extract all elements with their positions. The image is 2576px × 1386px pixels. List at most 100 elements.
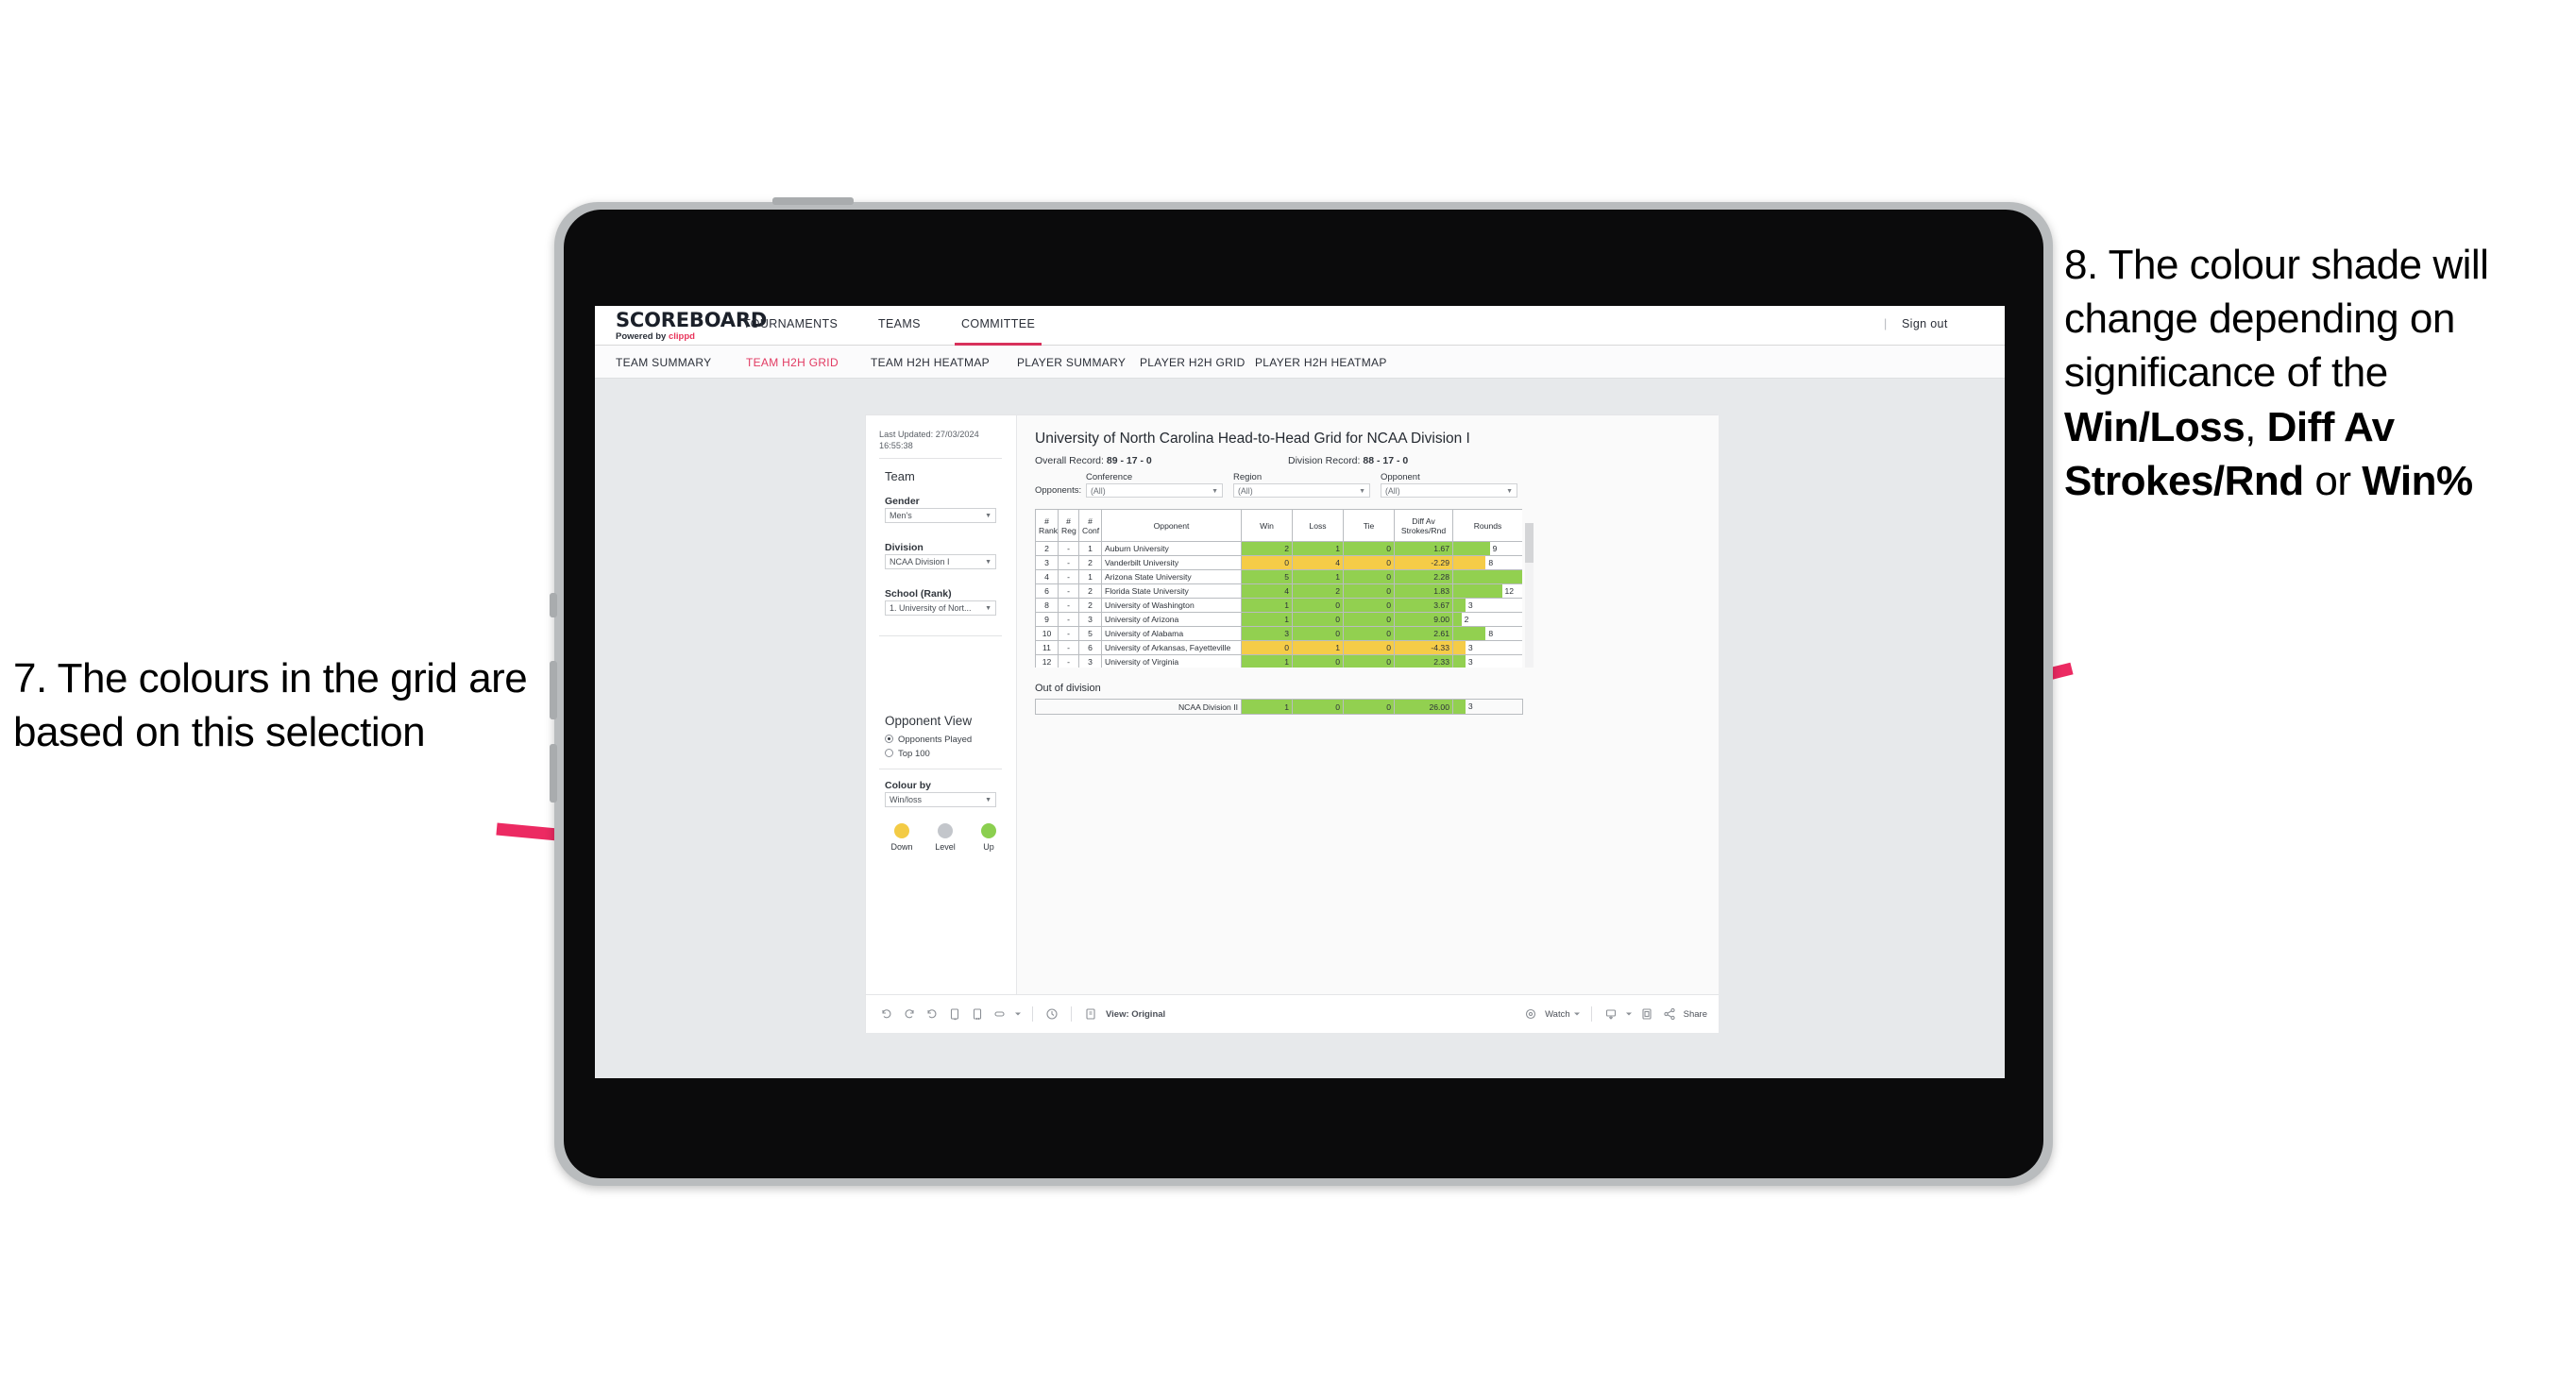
- nav-item-teams[interactable]: TEAMS: [878, 317, 921, 330]
- ood-cell-loss: 0: [1292, 699, 1344, 715]
- side-button-1[interactable]: [550, 593, 557, 617]
- sign-out-link[interactable]: Sign out: [1902, 317, 1948, 330]
- colour-by-select[interactable]: Win/loss ▼: [885, 792, 996, 807]
- column-header-8[interactable]: Rounds: [1452, 509, 1522, 542]
- caret-down-icon[interactable]: [1011, 1003, 1025, 1025]
- table-vertical-scrollbar[interactable]: [1525, 523, 1534, 668]
- table-row[interactable]: 10-5 University of Alabama 3 0 0 2.61 8: [1035, 626, 1522, 641]
- legend-item-level: Level: [926, 823, 964, 852]
- tab-player-h2h-grid[interactable]: PLAYER H2H GRID: [1140, 356, 1246, 369]
- undo-icon[interactable]: [875, 1003, 898, 1025]
- sub-navigation-bar: TEAM SUMMARY TEAM H2H GRID TEAM H2H HEAT…: [595, 346, 2005, 379]
- chevron-down-icon: ▼: [985, 797, 991, 803]
- watch-label[interactable]: Watch: [1545, 1009, 1570, 1020]
- colour-by-value: Win/loss: [890, 795, 923, 804]
- power-button[interactable]: [772, 197, 854, 205]
- tab-player-h2h-heatmap[interactable]: PLAYER H2H HEATMAP: [1255, 356, 1387, 369]
- column-header-2[interactable]: # Conf: [1078, 509, 1102, 542]
- table-row[interactable]: 6-2 Florida State University 4 2 0 1.83 12: [1035, 583, 1522, 599]
- tab-team-h2h-grid[interactable]: TEAM H2H GRID: [746, 356, 839, 369]
- table-row[interactable]: 9-3 University of Arizona 1 0 0 9.00 2: [1035, 612, 1522, 627]
- radio-unselected-icon: [885, 749, 893, 757]
- clippd-brand: clippd: [668, 331, 695, 342]
- column-header-4[interactable]: Win: [1241, 509, 1293, 542]
- cell-diff: -4.33: [1394, 640, 1453, 655]
- cell-rounds: 12: [1452, 583, 1522, 599]
- legend-caption-up: Up: [983, 842, 994, 852]
- view-icon[interactable]: [1079, 1003, 1102, 1025]
- column-header-7[interactable]: Diff Av Strokes/Rnd: [1394, 509, 1453, 542]
- table-header-row: # Rank # Reg # Conf Opponent Win Loss Tie Diff Av S…: [1035, 509, 1522, 542]
- gender-select[interactable]: Men's ▼: [885, 508, 996, 523]
- cell-loss: 0: [1292, 598, 1344, 613]
- column-header-1[interactable]: # Reg: [1058, 509, 1079, 542]
- cell-win: 1: [1241, 654, 1293, 668]
- cell-conf: 3: [1078, 612, 1102, 627]
- out-of-division-row[interactable]: NCAA Division II 1 0 0 26.00 3: [1035, 699, 1523, 715]
- cell-loss: 0: [1292, 654, 1344, 668]
- scrollbar-thumb[interactable]: [1525, 523, 1534, 563]
- cell-reg: -: [1058, 569, 1079, 584]
- table-row[interactable]: 8-2 University of Washington 1 0 0 3.67 3: [1035, 598, 1522, 613]
- legend-caption-level: Level: [935, 842, 956, 852]
- cell-loss: 0: [1292, 612, 1344, 627]
- column-header-0[interactable]: # Rank: [1035, 509, 1059, 542]
- column-header-6[interactable]: Tie: [1343, 509, 1395, 542]
- cell-loss: 0: [1292, 626, 1344, 641]
- legend-dot-up: [981, 823, 996, 838]
- nav-item-tournaments[interactable]: TOURNAMENTS: [743, 317, 838, 330]
- region-filter-select[interactable]: (All) ▼: [1233, 483, 1370, 498]
- device-icon[interactable]: [1635, 1003, 1658, 1025]
- column-header-5[interactable]: Loss: [1292, 509, 1344, 542]
- radio-opponents-played[interactable]: Opponents Played: [885, 735, 972, 745]
- conference-filter-select[interactable]: (All) ▼: [1086, 483, 1223, 498]
- table-row[interactable]: 4-1Arizona State University5102.2817: [1035, 569, 1522, 584]
- column-header-3[interactable]: Opponent: [1101, 509, 1242, 542]
- cell-rounds: 9: [1452, 541, 1522, 556]
- eye-icon[interactable]: [1519, 1003, 1542, 1025]
- radio-top-100[interactable]: Top 100: [885, 749, 930, 759]
- cell-win: 4: [1241, 583, 1293, 599]
- highlight-icon[interactable]: [989, 1003, 1011, 1025]
- cell-reg: -: [1058, 598, 1079, 613]
- volume-down-button[interactable]: [550, 744, 557, 803]
- cell-opponent: Arizona State University: [1101, 569, 1242, 584]
- division-value: NCAA Division I: [890, 557, 950, 566]
- revert-icon[interactable]: [921, 1003, 943, 1025]
- share-icon[interactable]: [1658, 1003, 1681, 1025]
- nav-item-committee[interactable]: COMMITTEE: [961, 317, 1035, 330]
- table-row[interactable]: 12-3 University of Virginia 1 0 0 2.33 3: [1035, 654, 1522, 668]
- opponent-filter-select[interactable]: (All) ▼: [1381, 483, 1517, 498]
- pause-icon[interactable]: [966, 1003, 989, 1025]
- annotation-right-prefix: 8. The colour shade will change dependin…: [2064, 242, 2489, 397]
- table-row[interactable]: 2-1 Auburn University 2 1 0 1.67 9: [1035, 541, 1522, 556]
- refresh-data-icon[interactable]: [943, 1003, 966, 1025]
- tab-team-summary[interactable]: TEAM SUMMARY: [616, 356, 711, 369]
- rounds-value: 8: [1488, 558, 1494, 567]
- tab-team-h2h-heatmap[interactable]: TEAM H2H HEATMAP: [871, 356, 990, 369]
- cell-rank: 2: [1035, 541, 1059, 556]
- cell-rounds: 17: [1452, 569, 1522, 584]
- redo-icon[interactable]: [898, 1003, 921, 1025]
- share-label[interactable]: Share: [1684, 1009, 1707, 1020]
- download-icon[interactable]: [1600, 1003, 1622, 1025]
- h2h-grid-table-wrapper[interactable]: # Rank # Reg # Conf Opponent Win Loss Tie Diff Av S…: [1035, 509, 1522, 668]
- division-select[interactable]: NCAA Division I ▼: [885, 554, 996, 569]
- caret-down-icon[interactable]: [1570, 1003, 1584, 1025]
- ood-cell-opponent: NCAA Division II: [1035, 699, 1242, 715]
- legend-dot-level: [938, 823, 953, 838]
- clock-icon[interactable]: [1041, 1003, 1063, 1025]
- division-label: Division: [885, 542, 924, 553]
- table-row[interactable]: 3-2 Vanderbilt University 0 4 0 -2.29 8: [1035, 555, 1522, 570]
- volume-up-button[interactable]: [550, 661, 557, 719]
- school-rank-select[interactable]: 1. University of Nort... ▼: [885, 600, 996, 616]
- view-label[interactable]: View: Original: [1106, 1009, 1165, 1020]
- caret-down-icon[interactable]: [1622, 1003, 1635, 1025]
- annotation-right-bold-1: Win/Loss: [2064, 403, 2246, 450]
- ood-cell-diff: 26.00: [1394, 699, 1453, 715]
- tab-player-summary[interactable]: PLAYER SUMMARY: [1017, 356, 1126, 369]
- cell-opponent: University of Arizona: [1101, 612, 1242, 627]
- table-row[interactable]: 11-6 University of Arkansas, Fayetteville…: [1035, 640, 1522, 655]
- cell-diff: 2.33: [1394, 654, 1453, 668]
- ood-cell-rounds: 3: [1452, 699, 1523, 715]
